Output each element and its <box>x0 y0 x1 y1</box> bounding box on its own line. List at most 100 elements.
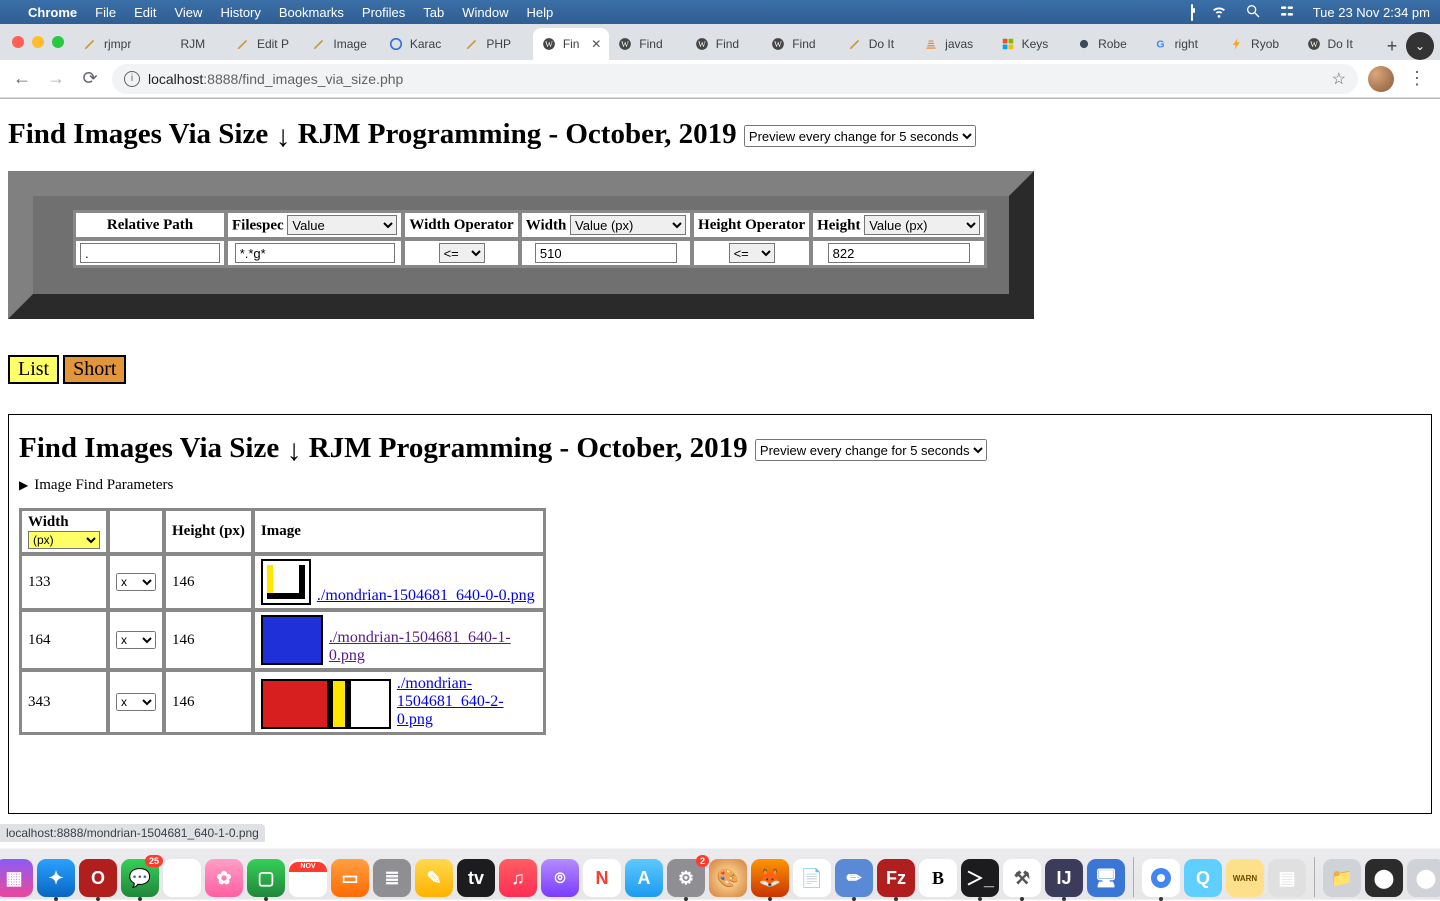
width-operator-select[interactable]: <= <box>439 243 485 263</box>
dock-facetime[interactable]: ▢ <box>247 859 285 897</box>
bookmark-star-icon[interactable]: ☆ <box>1332 69 1346 89</box>
width-input[interactable] <box>535 243 677 263</box>
dock-art[interactable]: 🎨 <box>709 859 747 897</box>
menu-view[interactable]: View <box>174 5 202 20</box>
menu-window[interactable]: Window <box>462 5 508 20</box>
height-input[interactable] <box>828 243 970 263</box>
result-thumbnail[interactable] <box>261 679 391 729</box>
preview-mode-select-inner[interactable]: Preview every change for 5 seconds <box>755 439 987 461</box>
browser-tab[interactable]: WFind <box>686 28 762 60</box>
browser-tab[interactable]: javas <box>915 28 991 60</box>
browser-tab[interactable]: RJM <box>150 28 226 60</box>
tab-close-icon[interactable]: ✕ <box>591 37 601 51</box>
dock-misc[interactable]: ▤ <box>1268 859 1306 897</box>
menubar-app-name[interactable]: Chrome <box>28 5 77 20</box>
control-center-icon[interactable] <box>1279 3 1295 22</box>
result-image-link[interactable]: ./mondrian-1504681_640-0-0.png <box>317 587 535 605</box>
dock-siri[interactable]: ◉ <box>163 859 201 897</box>
list-button[interactable]: List <box>8 355 59 384</box>
close-window-icon[interactable] <box>12 36 24 48</box>
short-button[interactable]: Short <box>63 355 126 384</box>
x-select[interactable]: x <box>116 573 156 591</box>
site-info-icon[interactable]: i <box>124 71 140 87</box>
profile-avatar[interactable] <box>1368 66 1394 92</box>
dock-opera[interactable]: O <box>79 859 117 897</box>
menubar-clock[interactable]: Tue 23 Nov 2:34 pm <box>1313 5 1430 20</box>
dock-folder1[interactable]: 📁 <box>1323 859 1361 897</box>
browser-tab[interactable]: Keys <box>992 28 1068 60</box>
dock-reminders[interactable]: ≣ <box>373 859 411 897</box>
browser-tab[interactable]: Karac <box>380 28 456 60</box>
relative-path-input[interactable] <box>80 243 220 263</box>
dock-chrome[interactable] <box>1142 859 1180 897</box>
browser-tab[interactable]: Ryob <box>1221 28 1297 60</box>
chrome-menu-icon[interactable]: ⋮ <box>1404 68 1430 89</box>
browser-tab[interactable]: Image <box>303 28 379 60</box>
x-select[interactable]: x <box>116 693 156 711</box>
result-image-link[interactable]: ./mondrian-1504681_640-2-0.png <box>397 675 537 729</box>
dock-display[interactable]: 🖥 <box>1087 859 1125 897</box>
width-unit-select[interactable]: (px) <box>28 531 100 549</box>
dock-bold[interactable]: B <box>919 859 957 897</box>
dock-systemprefs[interactable]: ⚙2 <box>667 859 705 897</box>
wifi-icon[interactable] <box>1211 3 1227 22</box>
back-button[interactable]: ← <box>10 67 34 91</box>
zoom-window-icon[interactable] <box>52 36 64 48</box>
new-tab-button[interactable]: + <box>1378 32 1406 60</box>
dock-news[interactable]: N <box>583 859 621 897</box>
menu-file[interactable]: File <box>95 5 116 20</box>
height-operator-select[interactable]: <= <box>729 243 775 263</box>
browser-tab[interactable]: WFind <box>762 28 838 60</box>
menu-tab[interactable]: Tab <box>423 5 444 20</box>
browser-tab[interactable]: WFin✕ <box>533 28 609 60</box>
x-select[interactable]: x <box>116 631 156 649</box>
menu-profiles[interactable]: Profiles <box>362 5 405 20</box>
height-value-select[interactable]: Value (px) <box>864 215 980 235</box>
browser-tab[interactable]: rjmpr <box>74 28 150 60</box>
window-controls[interactable] <box>10 24 74 60</box>
parameters-disclosure[interactable]: ▶ Image Find Parameters <box>19 477 1421 494</box>
browser-tab[interactable]: WFind <box>609 28 685 60</box>
dock-warning[interactable]: WARN <box>1226 859 1264 897</box>
dock-safari[interactable]: ✦ <box>37 859 75 897</box>
dock-terminal[interactable]: ＞_ <box>961 859 999 897</box>
dock-folder3[interactable]: ⬤ <box>1407 859 1440 897</box>
dock-ibooks[interactable]: ▭ <box>331 859 369 897</box>
dock-notes[interactable]: ✎ <box>415 859 453 897</box>
dock-paintbrush[interactable]: ✏ <box>835 859 873 897</box>
dock-intellij[interactable]: IJ <box>1045 859 1083 897</box>
browser-tab[interactable]: WDo It <box>1298 28 1374 60</box>
browser-tab[interactable]: Gright <box>1145 28 1221 60</box>
address-bar[interactable]: i localhost:8888/find_images_via_size.ph… <box>112 64 1358 94</box>
browser-tab[interactable]: Edit P <box>227 28 303 60</box>
dock-calendar[interactable]: NOV23 <box>289 859 327 897</box>
preview-mode-select[interactable]: Preview every change for 5 seconds <box>744 125 976 147</box>
dock-textedit[interactable]: 📄 <box>793 859 831 897</box>
dock-messages[interactable]: 💬25 <box>121 859 159 897</box>
dock-appletv[interactable]: tv <box>457 859 495 897</box>
menu-edit[interactable]: Edit <box>134 5 156 20</box>
browser-tab[interactable]: PHP <box>456 28 532 60</box>
result-thumbnail[interactable] <box>261 559 311 605</box>
tab-overflow-button[interactable]: ⌄ <box>1406 32 1434 60</box>
filespec-value-select[interactable]: Value <box>287 215 397 235</box>
menu-help[interactable]: Help <box>527 5 554 20</box>
menu-history[interactable]: History <box>220 5 260 20</box>
width-value-select[interactable]: Value (px) <box>570 215 686 235</box>
dock-folder2[interactable]: ⬤ <box>1365 859 1403 897</box>
battery-icon[interactable] <box>1191 5 1193 20</box>
browser-tab[interactable]: Do It <box>839 28 915 60</box>
spotlight-icon[interactable] <box>1245 3 1261 22</box>
browser-tab[interactable]: Robe <box>1068 28 1144 60</box>
filespec-input[interactable] <box>235 243 395 263</box>
dock-music[interactable]: ♫ <box>499 859 537 897</box>
result-image-link[interactable]: ./mondrian-1504681_640-1-0.png <box>329 629 537 665</box>
dock-launchpad[interactable]: ▦ <box>0 859 33 897</box>
dock-xcode[interactable]: ⚒ <box>1003 859 1041 897</box>
minimize-window-icon[interactable] <box>32 36 44 48</box>
dock-photos[interactable]: ✿ <box>205 859 243 897</box>
menu-bookmarks[interactable]: Bookmarks <box>279 5 344 20</box>
dock-appstore[interactable]: A <box>625 859 663 897</box>
dock-filezilla[interactable]: Fz <box>877 859 915 897</box>
dock-podcasts[interactable]: ⌾ <box>541 859 579 897</box>
